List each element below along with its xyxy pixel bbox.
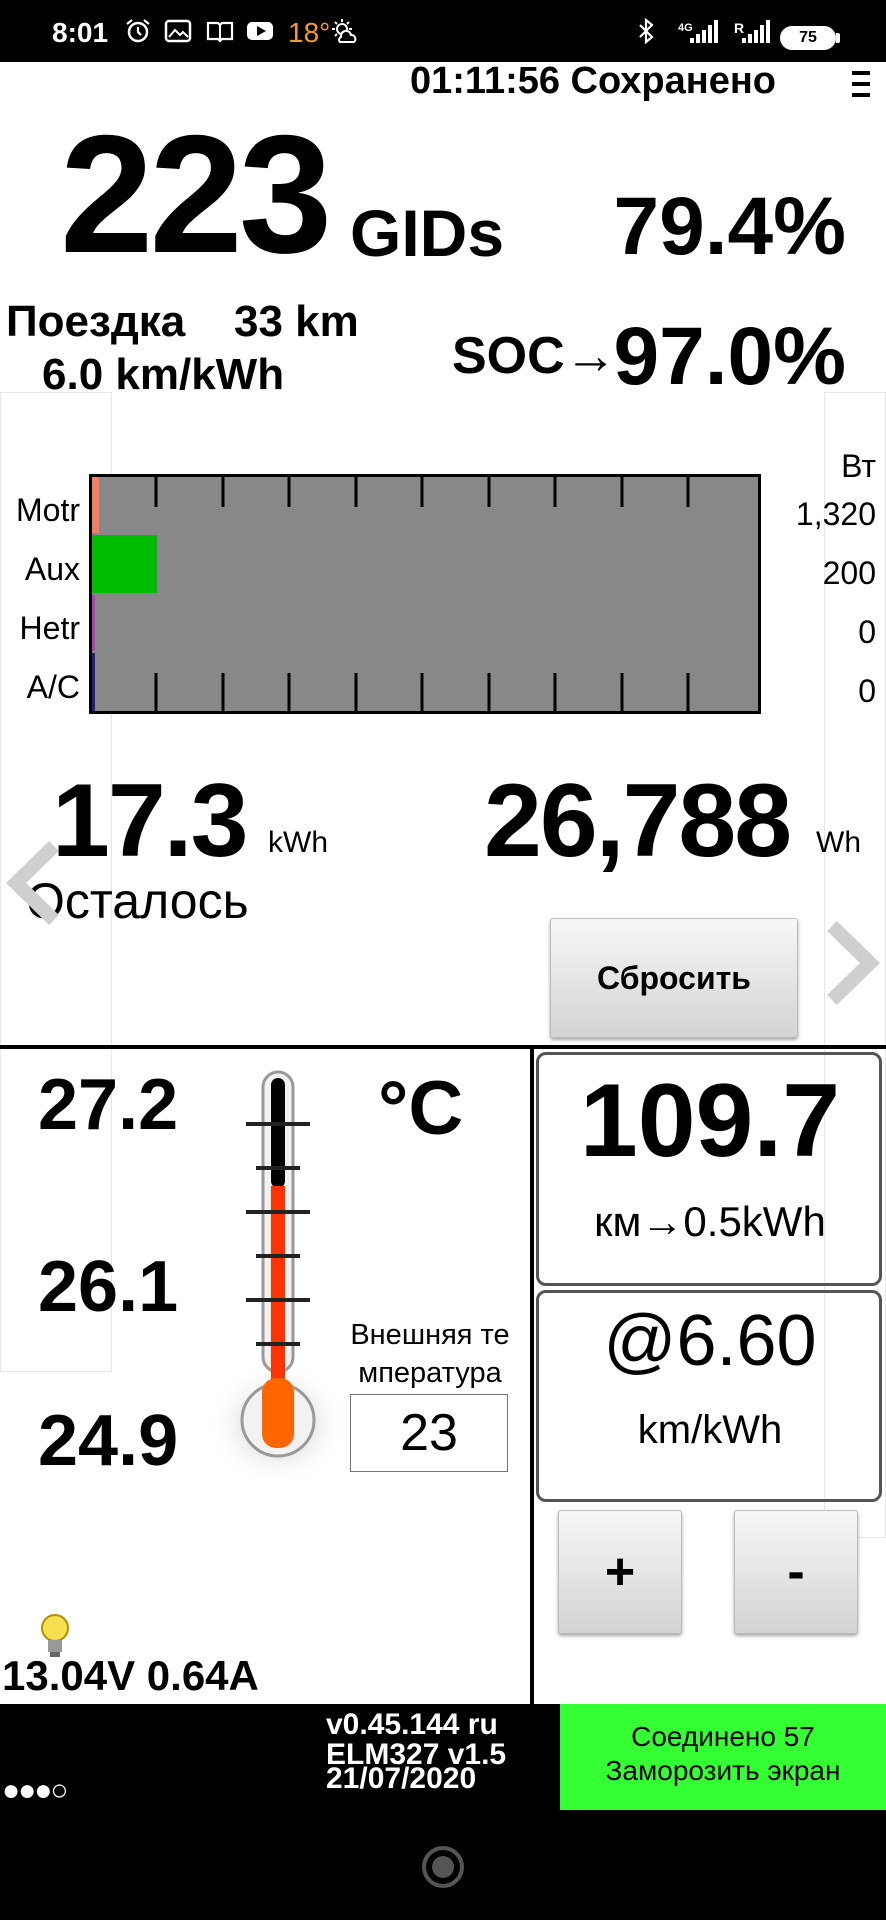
row-value-aux: 200: [822, 555, 876, 591]
range-value: 109.7: [579, 1063, 841, 1179]
minus-button[interactable]: -: [734, 1510, 858, 1634]
battery-level: 75: [799, 29, 817, 46]
efficiency-unit: km/kWh: [637, 1408, 783, 1452]
power-bar-chart: [89, 474, 761, 714]
timer-status: 01:11:56 Сохранено: [409, 60, 776, 102]
status-temperature: 18°: [288, 17, 331, 48]
chart-ticks-top: [154, 477, 690, 507]
weather-icon: [332, 19, 357, 43]
row-value-ac: 0: [858, 673, 876, 709]
chart-ticks-bottom: [154, 673, 690, 711]
trip-label: Поездка: [6, 297, 186, 346]
energy-remaining-value: 17.3: [52, 763, 248, 879]
section-divider: [0, 1045, 886, 1049]
freeze-screen-label: Заморозить экран: [605, 1755, 841, 1786]
book-icon: [206, 21, 234, 43]
reset-button[interactable]: Сбросить: [550, 918, 798, 1038]
bluetooth-icon: [639, 18, 654, 44]
bar-motr: [92, 477, 99, 533]
outside-temp-input[interactable]: 23: [350, 1394, 508, 1472]
bar-ac: [92, 653, 95, 711]
range-subtitle: км→0.5kWh: [594, 1198, 826, 1245]
battery-tip: [836, 33, 840, 43]
row-value-motr: 1,320: [795, 496, 876, 532]
plus-button[interactable]: +: [558, 1510, 682, 1634]
chevron-left-icon[interactable]: [6, 840, 62, 926]
energy-remaining-unit: kWh: [268, 826, 328, 859]
soc-label: SOC→: [452, 327, 617, 385]
energy-wh-unit: Wh: [816, 826, 861, 859]
status-time: 8:01: [52, 17, 109, 48]
trip-distance: 33 km: [234, 297, 359, 346]
signal-strength-icon-2: [742, 20, 770, 43]
bar-aux: [92, 535, 157, 593]
soc-value: 97.0%: [613, 311, 846, 402]
thermometer-icon: [208, 1070, 348, 1486]
temp-reading-3: 24.9: [38, 1401, 179, 1481]
row-label-motr: Motr: [16, 492, 80, 528]
home-button-icon[interactable]: [422, 1846, 464, 1888]
gids-value: 223: [60, 100, 332, 288]
chevron-right-icon[interactable]: [824, 920, 880, 1006]
bar-hetr: [92, 595, 95, 651]
energy-wh-value: 26,788: [484, 763, 792, 879]
version-info: v0.45.144 ru ELM327 v1.5 21/07/2020: [326, 1710, 506, 1794]
gids-percent: 79.4%: [613, 181, 846, 272]
outside-temp-label: Внешняя те мпература: [350, 1319, 510, 1389]
battery-icon: 75: [780, 26, 836, 50]
efficiency-value: @6.60: [603, 1301, 817, 1381]
status-bar: 8:01 18° 4G R 75: [0, 0, 886, 62]
vertical-divider: [530, 1045, 534, 1705]
gids-unit: GIDs: [350, 196, 505, 270]
power-unit: Вт: [841, 448, 876, 484]
row-label-ac: A/C: [26, 669, 80, 705]
gallery-icon: [164, 19, 192, 43]
temp-unit: °C: [378, 1066, 464, 1151]
row-label-aux: Aux: [24, 551, 80, 587]
version-line-1: v0.45.144 ru: [326, 1708, 498, 1741]
temp-reading-2: 26.1: [38, 1247, 179, 1327]
temp-reading-1: 27.2: [38, 1065, 179, 1145]
signal-strength-icon: [690, 20, 718, 43]
alarm-icon: [126, 19, 150, 43]
connection-status: Соединено 57: [631, 1721, 815, 1752]
progress-dots: ●●●○: [2, 1774, 68, 1807]
connection-status-button[interactable]: Соединено 57 Заморозить экран: [560, 1704, 886, 1810]
row-value-hetr: 0: [858, 614, 876, 650]
row-label-hetr: Hetr: [19, 610, 80, 646]
youtube-icon: [247, 22, 273, 40]
overflow-menu-icon[interactable]: [850, 68, 872, 100]
voltage-current-reading: 13.04V 0.64A: [2, 1652, 259, 1699]
